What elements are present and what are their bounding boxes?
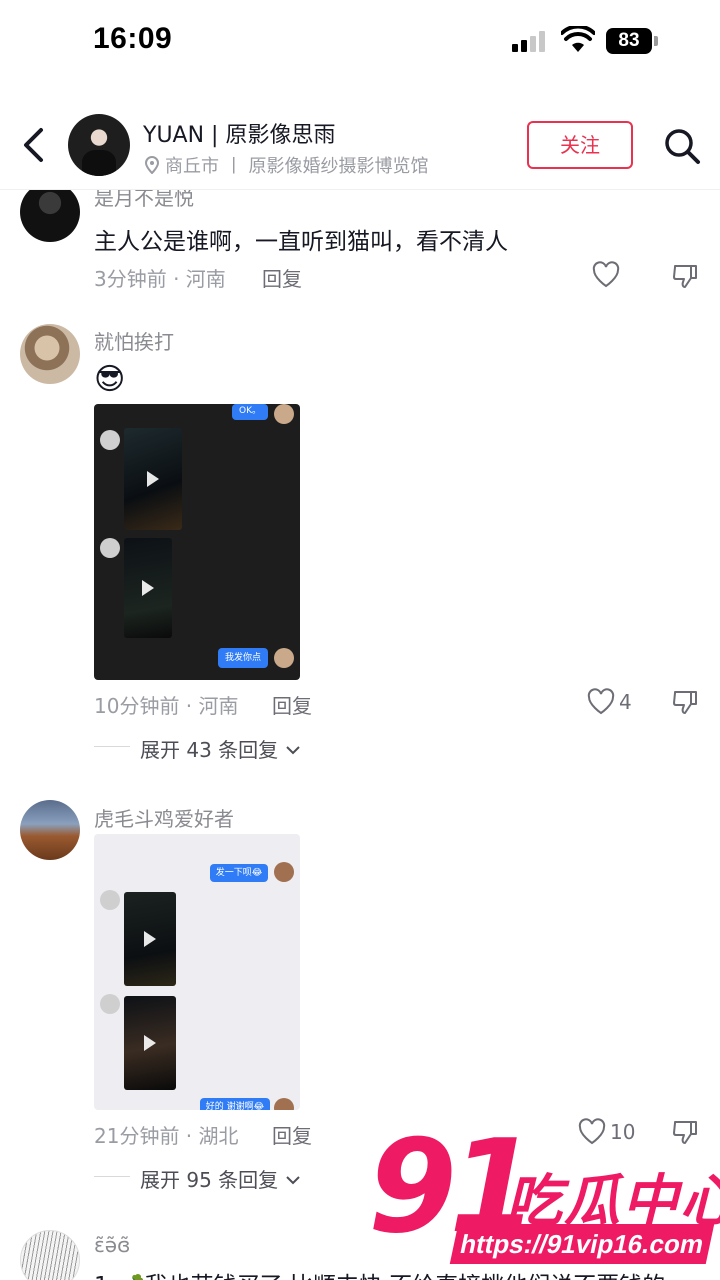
expand-replies-label: 展开 95 条回复 xyxy=(140,1168,279,1192)
follow-button[interactable]: 关注 xyxy=(527,121,633,169)
battery-level: 83 xyxy=(606,28,652,54)
cellular-signal-icon xyxy=(512,30,552,52)
reply-button[interactable]: 回复 xyxy=(272,690,312,719)
expand-replies-button[interactable]: 展开 43 条回复 xyxy=(140,734,301,763)
expand-divider xyxy=(94,1176,130,1177)
chevron-down-icon xyxy=(285,746,300,755)
watermark-logo: 91 吃瓜中心 https://91vip16.com xyxy=(368,1124,720,1264)
header-avatar[interactable] xyxy=(68,114,130,176)
header-username[interactable]: YUAN | 原影像思雨 xyxy=(143,117,335,149)
reply-button[interactable]: 回复 xyxy=(262,263,302,292)
expand-replies-label: 展开 43 条回复 xyxy=(140,738,279,762)
chat-avatar xyxy=(274,862,294,882)
video-thumbnail[interactable] xyxy=(124,538,172,638)
wifi-icon xyxy=(561,26,595,52)
chat-avatar xyxy=(274,648,294,668)
like-heart-icon[interactable] xyxy=(591,260,621,290)
comment-author[interactable]: 虎毛斗鸡爱好者 xyxy=(94,803,234,832)
chat-avatar xyxy=(274,404,294,424)
header-location: 商丘市 丨 原影像婚纱摄影博览馆 xyxy=(145,152,428,178)
comment-author[interactable]: ɛ̃ə̃ɞ̃ xyxy=(94,1233,130,1257)
comment-emoji: 😎 xyxy=(94,362,126,397)
chat-avatar xyxy=(100,430,120,450)
comment-meta: 21分钟前 · 湖北 xyxy=(94,1124,239,1148)
like-count: 4 xyxy=(619,690,632,714)
location-text: 商丘市 丨 原影像婚纱摄影博览馆 xyxy=(165,156,429,177)
comment-text: 主人公是谁啊，一直听到猫叫，看不清人 xyxy=(94,229,508,255)
comment-text: 1 🥕我也花钱买了 比顺丰快 不给直接挑他们说不要钱的 xyxy=(94,1266,665,1280)
expand-divider xyxy=(94,746,130,747)
chat-bubble: 我发你点 xyxy=(218,648,268,668)
comment-avatar[interactable] xyxy=(20,800,80,860)
video-thumbnail[interactable] xyxy=(124,428,182,530)
watermark-url: https://91vip16.com xyxy=(449,1224,715,1264)
profile-header: YUAN | 原影像思雨 商丘市 丨 原影像婚纱摄影博览馆 关注 xyxy=(0,100,720,190)
location-pin-icon xyxy=(145,156,159,174)
comment-screenshot-image[interactable]: 发一下呗😂 好的 谢谢啊😂 xyxy=(94,834,300,1110)
chat-avatar xyxy=(100,538,120,558)
chat-bubble: 好的 谢谢啊😂 xyxy=(200,1098,270,1110)
chat-bubble: OK。 xyxy=(232,404,268,420)
status-bar: 16:09 83 xyxy=(0,0,720,84)
reply-button[interactable]: 回复 xyxy=(272,1120,312,1149)
expand-replies-button[interactable]: 展开 95 条回复 xyxy=(140,1164,301,1193)
battery-tip xyxy=(654,36,658,46)
comment-avatar[interactable] xyxy=(20,324,80,384)
comment-avatar[interactable] xyxy=(20,182,80,242)
comment-meta: 10分钟前 · 河南 xyxy=(94,694,239,718)
like-heart-icon[interactable] xyxy=(586,687,616,717)
search-icon[interactable] xyxy=(660,124,704,168)
status-time: 16:09 xyxy=(93,22,173,55)
dislike-icon[interactable] xyxy=(671,262,699,290)
comment-author[interactable]: 就怕挨打 xyxy=(94,326,174,355)
comment-avatar[interactable] xyxy=(20,1230,80,1280)
chat-avatar xyxy=(274,1098,294,1110)
video-thumbnail[interactable] xyxy=(124,996,176,1090)
chevron-down-icon xyxy=(285,1176,300,1185)
comment-meta: 3分钟前 · 河南 xyxy=(94,267,226,291)
comment-screenshot-image[interactable]: OK。 我发你点 xyxy=(94,404,300,680)
dislike-icon[interactable] xyxy=(671,688,699,716)
chat-avatar xyxy=(100,994,120,1014)
back-arrow-icon[interactable] xyxy=(14,122,54,168)
chat-bubble: 发一下呗😂 xyxy=(210,864,268,882)
chat-avatar xyxy=(100,890,120,910)
video-thumbnail[interactable] xyxy=(124,892,176,986)
